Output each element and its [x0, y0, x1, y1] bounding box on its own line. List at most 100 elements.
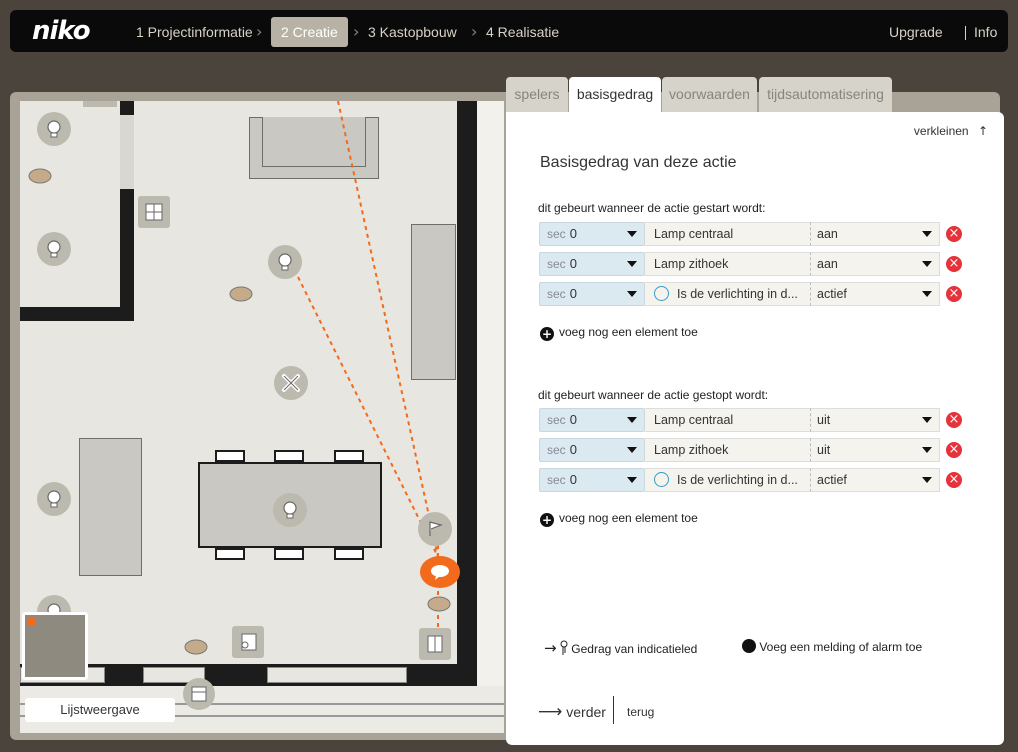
step-realisatie[interactable]: 4 Realisatie [476, 17, 569, 47]
separator [613, 696, 614, 724]
chevron-right-icon: › [256, 22, 263, 41]
state-select[interactable]: aan [810, 222, 940, 246]
element-label: Lamp zithoek [654, 443, 729, 457]
back-button[interactable]: terug [627, 705, 654, 719]
action-icon[interactable] [420, 556, 460, 588]
separator [965, 26, 966, 40]
delay-value: 0 [569, 412, 577, 427]
add-element-button[interactable]: + voeg nog een element toe [540, 511, 698, 527]
delay-select[interactable]: sec 0 [539, 252, 645, 276]
delete-icon[interactable]: × [946, 226, 962, 242]
tab-spelers[interactable]: spelers [506, 77, 568, 112]
connection-line [337, 101, 439, 558]
delay-unit: sec [547, 413, 566, 427]
dropdown-arrow-icon [922, 261, 932, 267]
state-select[interactable]: actief [810, 468, 940, 492]
state-select[interactable]: uit [810, 438, 940, 462]
stop-section-label: dit gebeurt wanneer de actie gestopt wor… [538, 388, 769, 402]
add-alarm-link[interactable]: Voeg een melding of alarm toe [742, 639, 922, 654]
list-view-button[interactable]: Lijstweergave [25, 698, 175, 722]
delay-select[interactable]: sec 0 [539, 468, 645, 492]
delete-icon[interactable]: × [946, 412, 962, 428]
delay-unit: sec [547, 227, 566, 241]
dropdown-arrow-icon [922, 417, 932, 423]
plus-icon: + [540, 327, 554, 341]
panel-title: Basisgedrag van deze actie [540, 154, 737, 171]
dropdown-arrow-icon [627, 447, 637, 453]
delay-select[interactable]: sec 0 [539, 408, 645, 432]
state-value: uit [817, 413, 831, 427]
dropdown-arrow-icon [627, 231, 637, 237]
dimmable-lamp-icon[interactable] [37, 482, 71, 516]
element-name: Lamp centraal [645, 222, 810, 246]
element-name: Lamp zithoek [645, 438, 810, 462]
delay-value: 0 [569, 472, 577, 487]
state-select[interactable]: aan [810, 252, 940, 276]
dimmer-module-icon[interactable] [232, 626, 264, 658]
state-value: uit [817, 443, 831, 457]
push-button-icon[interactable] [419, 628, 451, 660]
tab-basisgedrag[interactable]: basisgedrag [569, 77, 661, 113]
behavior-panel: verkleinen ↑ Basisgedrag van deze actie … [506, 112, 1004, 745]
dropdown-arrow-icon [922, 477, 932, 483]
lamp-icon[interactable] [268, 245, 302, 279]
delay-select[interactable]: sec 0 [539, 438, 645, 462]
step-kastopbouw[interactable]: 3 Kastopbouw [358, 17, 467, 47]
delay-value: 0 [569, 442, 577, 457]
delete-icon[interactable]: × [946, 256, 962, 272]
speech-bubble-icon[interactable] [228, 285, 254, 305]
next-label: verder [566, 704, 606, 720]
dropdown-arrow-icon [627, 291, 637, 297]
state-value: actief [817, 473, 847, 487]
tab-voorwaarden[interactable]: voorwaarden [662, 77, 757, 112]
delay-unit: sec [547, 443, 566, 457]
delete-icon[interactable]: × [946, 442, 962, 458]
connection-line [297, 276, 439, 558]
lamp-icon[interactable] [37, 232, 71, 266]
step-projectinformatie[interactable]: 1 Projectinformatie [126, 17, 263, 47]
add-alarm-label: Voeg een melding of alarm toe [759, 640, 923, 654]
indicator-led-link[interactable]: → Gedrag van indicatieled [544, 639, 697, 657]
shrink-label: verkleinen [913, 124, 969, 138]
dropdown-arrow-icon [922, 447, 932, 453]
arrow-right-icon: ⟶ [538, 702, 563, 722]
lamp-icon[interactable] [37, 112, 71, 146]
minimap[interactable] [22, 612, 88, 680]
shrink-button[interactable]: verkleinen ↑ [914, 124, 988, 138]
speech-bubble-icon[interactable] [27, 167, 53, 187]
dimmable-lamp-icon[interactable] [273, 493, 307, 527]
tab-tijdsautomatisering[interactable]: tijdsautomatisering [759, 77, 892, 112]
state-value: aan [817, 227, 838, 241]
shutter-icon[interactable] [183, 678, 215, 710]
speech-bubble-icon [431, 565, 449, 580]
condition-flag-icon [654, 286, 669, 301]
switch-module-icon[interactable] [138, 196, 170, 228]
arrow-up-icon: ↑ [977, 124, 988, 138]
element-name: Lamp zithoek [645, 252, 810, 276]
state-value: actief [817, 287, 847, 301]
flag-icon[interactable] [418, 512, 452, 546]
state-select[interactable]: uit [810, 408, 940, 432]
upgrade-link[interactable]: Upgrade [889, 17, 943, 47]
speech-bubble-icon[interactable] [183, 638, 209, 658]
info-link[interactable]: Info [974, 17, 997, 47]
delete-icon[interactable]: × [946, 286, 962, 302]
state-select[interactable]: actief [810, 282, 940, 306]
element-label: Lamp centraal [654, 413, 734, 427]
fan-icon[interactable] [274, 366, 308, 400]
element-name: Lamp centraal [645, 408, 810, 432]
led-icon [560, 640, 568, 655]
minimap-indicator [28, 618, 36, 626]
delete-icon[interactable]: × [946, 472, 962, 488]
next-button[interactable]: ⟶ verder [538, 702, 606, 722]
delay-value: 0 [569, 256, 577, 271]
delay-unit: sec [547, 287, 566, 301]
add-element-button[interactable]: + voeg nog een element toe [540, 325, 698, 341]
add-element-label: voeg nog een element toe [559, 511, 698, 525]
delay-select[interactable]: sec 0 [539, 222, 645, 246]
speech-bubble-icon[interactable] [426, 595, 452, 615]
add-element-label: voeg nog een element toe [559, 325, 698, 339]
delay-select[interactable]: sec 0 [539, 282, 645, 306]
step-creatie[interactable]: 2 Creatie [271, 17, 348, 47]
floor-plan-map[interactable] [20, 101, 504, 733]
